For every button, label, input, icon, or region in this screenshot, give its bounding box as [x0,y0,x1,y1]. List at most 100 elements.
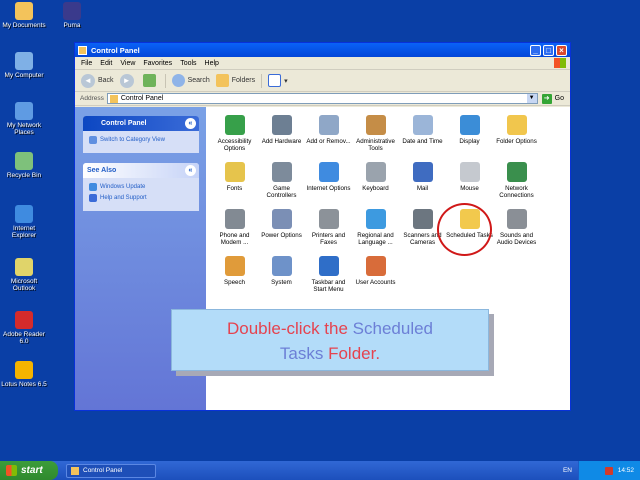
item-icon [271,162,292,182]
windows-flag-icon [6,465,17,476]
control-panel-icon [78,45,87,55]
control-panel-item[interactable]: Folder Options [493,113,540,160]
callout-text: Tasks [279,344,324,363]
collapse-icon[interactable]: « [185,118,196,129]
control-panel-section-header[interactable]: Control Panel « [83,116,199,131]
title-bar[interactable]: Control Panel _ □ × [75,43,570,57]
folders-button[interactable]: Folders [215,74,255,87]
menu-bar: File Edit View Favorites Tools Help [75,57,570,70]
start-button[interactable]: start [0,461,58,480]
control-panel-item[interactable]: Administrative Tools [352,113,399,160]
desktop-icon[interactable]: Adobe Reader 6.0 [0,311,48,345]
collapse-icon[interactable]: « [185,165,196,176]
item-label: Network Connections [499,185,534,199]
item-label: Game Controllers [266,185,297,199]
desktop-icon[interactable]: My Documents [0,2,48,29]
item-icon [224,162,245,182]
control-panel-item[interactable]: Add or Remov... [305,113,352,160]
item-label: Power Options [261,232,302,239]
item-icon [271,209,292,229]
control-panel-item[interactable]: Power Options [258,207,305,254]
control-panel-item[interactable]: Phone and Modem ... [211,207,258,254]
minimize-button[interactable]: _ [530,44,541,56]
control-panel-item[interactable]: Taskbar and Start Menu [305,254,352,301]
control-panel-item[interactable]: Add Hardware [258,113,305,160]
item-label: Add Hardware [261,138,302,145]
close-button[interactable]: × [556,44,567,56]
control-panel-item[interactable]: Network Connections [493,160,540,207]
item-label: Regional and Language ... [357,232,394,246]
item-label: Taskbar and Start Menu [311,279,346,293]
item-icon [365,115,386,135]
control-panel-item[interactable]: Regional and Language ... [352,207,399,254]
tray-icon[interactable] [604,466,613,475]
desktop-icon[interactable]: Puma [48,2,96,29]
menu-view[interactable]: View [120,60,135,67]
menu-file[interactable]: File [81,60,92,67]
language-indicator[interactable]: EN [563,467,572,474]
desktop-icon[interactable]: Lotus Notes 6.5 [0,361,48,388]
control-panel-item[interactable]: Mouse [446,160,493,207]
item-label: Sounds and Audio Devices [496,232,537,246]
desktop-icon-label: Lotus Notes 6.5 [1,381,47,388]
menu-help[interactable]: Help [205,60,219,67]
menu-edit[interactable]: Edit [100,60,112,67]
control-panel-item[interactable]: Accessibility Options [211,113,258,160]
windows-update-link[interactable]: Windows Update [89,183,193,191]
control-panel-item[interactable]: Sounds and Audio Devices [493,207,540,254]
taskbar: start Control Panel EN 14:52 [0,461,640,480]
link-label: Windows Update [100,184,146,190]
item-icon [412,115,433,135]
control-panel-icon [109,94,118,103]
desktop-icon[interactable]: Microsoft Outlook [0,258,48,292]
item-icon [506,115,527,135]
menu-favorites[interactable]: Favorites [143,60,172,67]
control-panel-item[interactable]: Mail [399,160,446,207]
item-label: Accessibility Options [217,138,252,152]
back-button[interactable]: ◄ Back [81,73,114,88]
desktop-icon-label: Internet Explorer [11,225,37,239]
category-view-icon [89,136,97,144]
desktop-icon[interactable]: Internet Explorer [0,205,48,239]
item-icon [365,209,386,229]
item-label: Add or Remov... [306,138,351,145]
views-button[interactable]: ▾ [268,74,288,87]
taskbar-control-panel[interactable]: Control Panel [66,463,156,478]
item-icon [224,209,245,229]
desktop-icon-label: My Network Places [6,122,42,136]
help-support-link[interactable]: Help and Support [89,194,193,202]
control-panel-item[interactable]: Internet Options [305,160,352,207]
up-button[interactable] [142,74,159,87]
control-panel-item[interactable]: Display [446,113,493,160]
control-panel-item[interactable]: Fonts [211,160,258,207]
go-button[interactable]: ➜ Go [541,93,564,104]
item-icon [506,162,527,182]
chevron-down-icon[interactable]: ▼ [526,94,537,103]
control-panel-item[interactable]: System [258,254,305,301]
control-panel-item[interactable]: Speech [211,254,258,301]
search-label: Search [187,77,210,84]
control-panel-item[interactable]: Keyboard [352,160,399,207]
switch-category-view-link[interactable]: Switch to Category View [89,136,193,144]
desktop-icon[interactable]: My Computer [0,52,48,79]
maximize-button[interactable]: □ [543,44,554,56]
desktop-icon-label: My Documents [2,22,46,29]
address-input[interactable]: Control Panel ▼ [106,93,538,104]
control-panel-item[interactable]: Game Controllers [258,160,305,207]
see-also-header[interactable]: See Also « [83,163,199,178]
menu-tools[interactable]: Tools [180,60,196,67]
item-label: Internet Options [306,185,351,192]
desktop-item-icon [15,205,33,223]
item-icon [412,162,433,182]
desktop-icon[interactable]: Recycle Bin [0,152,48,179]
desktop-icon[interactable]: My Network Places [0,102,48,136]
control-panel-item[interactable]: User Accounts [352,254,399,301]
search-button[interactable]: Search [171,74,210,87]
desktop-item-icon [63,2,81,20]
highlight-circle [437,203,492,256]
address-label: Address [80,95,104,102]
forward-button[interactable]: ► [119,73,137,88]
item-label: User Accounts [355,279,396,286]
control-panel-item[interactable]: Date and Time [399,113,446,160]
control-panel-item[interactable]: Printers and Faxes [305,207,352,254]
